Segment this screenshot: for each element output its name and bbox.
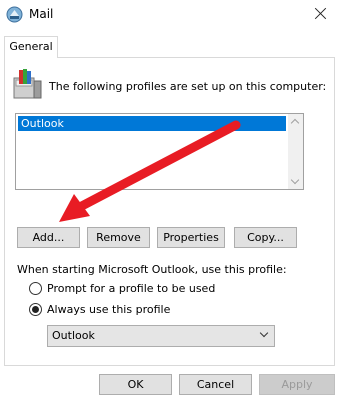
add-button[interactable]: Add... xyxy=(17,227,80,248)
close-button[interactable] xyxy=(305,2,335,26)
profiles-label: The following profiles are set up on thi… xyxy=(49,80,327,93)
profile-name: Outlook xyxy=(21,117,64,130)
vertical-scrollbar[interactable] xyxy=(288,114,303,189)
scroll-up-icon[interactable] xyxy=(288,115,303,128)
list-item[interactable]: Outlook xyxy=(18,116,286,131)
radio-label: Prompt for a profile to be used xyxy=(47,282,216,295)
radio-button[interactable] xyxy=(29,282,42,295)
properties-button[interactable]: Properties xyxy=(157,227,225,248)
mail-dialog: Mail General The following profiles are … xyxy=(0,0,339,398)
tab-label: General xyxy=(9,40,53,53)
profile-dropdown[interactable]: Outlook xyxy=(47,325,275,347)
profiles-listbox[interactable]: Outlook xyxy=(15,113,304,190)
mail-icon xyxy=(6,6,23,23)
radio-label: Always use this profile xyxy=(47,303,171,316)
cancel-button[interactable]: Cancel xyxy=(179,374,252,395)
remove-button[interactable]: Remove xyxy=(87,227,150,248)
scroll-down-icon[interactable] xyxy=(288,175,303,188)
profiles-icon xyxy=(13,69,42,99)
radio-button[interactable] xyxy=(29,303,42,316)
title-bar: Mail xyxy=(0,0,339,30)
dropdown-value: Outlook xyxy=(52,329,95,342)
apply-button[interactable]: Apply xyxy=(259,374,335,395)
ok-button[interactable]: OK xyxy=(99,374,172,395)
tab-general[interactable]: General xyxy=(4,36,58,58)
copy-button[interactable]: Copy... xyxy=(234,227,297,248)
chevron-down-icon xyxy=(259,328,269,338)
startup-label: When starting Microsoft Outlook, use thi… xyxy=(17,263,287,276)
window-title: Mail xyxy=(29,7,54,21)
general-panel xyxy=(4,57,335,366)
